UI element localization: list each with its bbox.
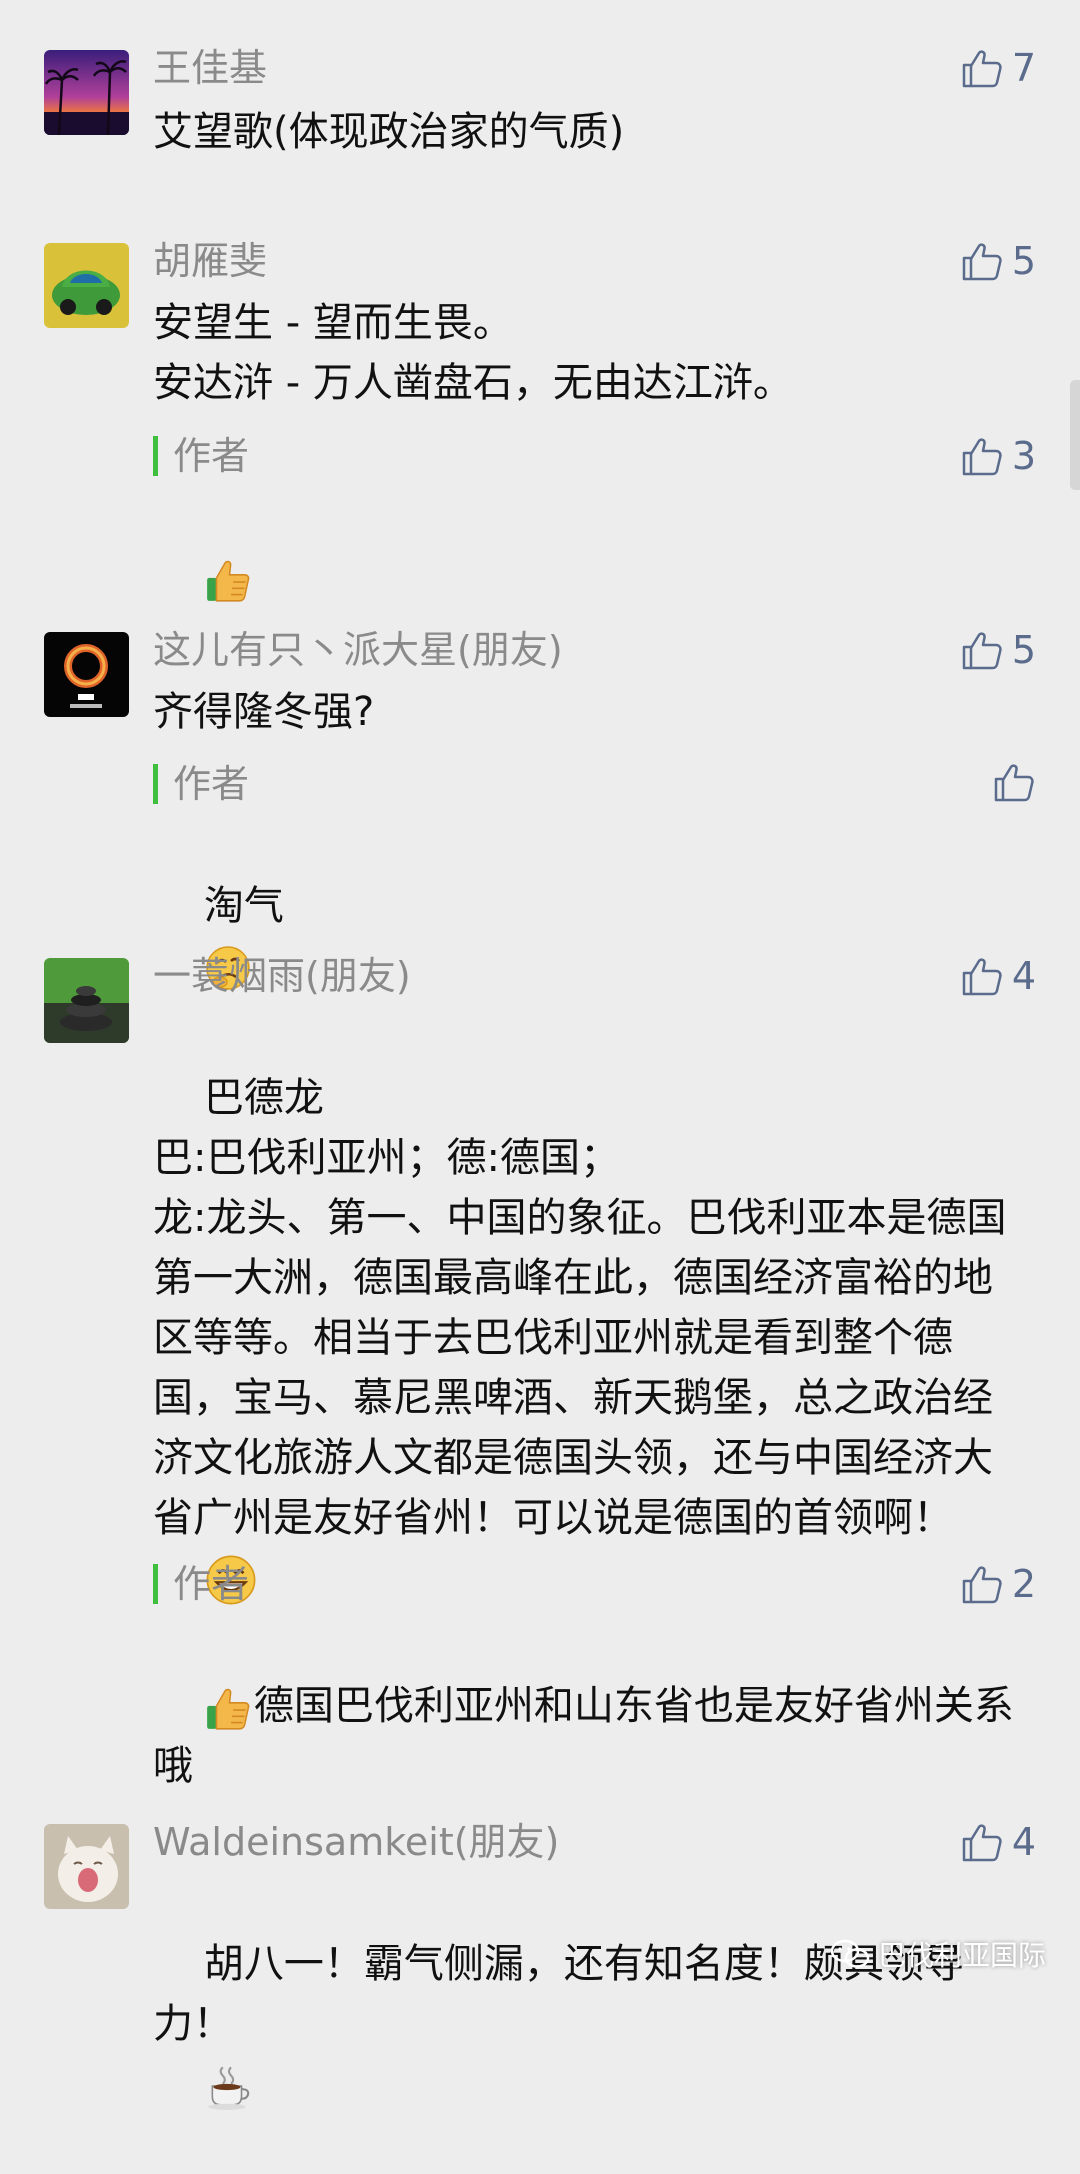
scrollbar[interactable] xyxy=(1070,380,1080,490)
commenter-name[interactable]: 王佳基 xyxy=(153,44,267,92)
reply-indicator-bar xyxy=(153,1564,158,1604)
reply-like-button[interactable] xyxy=(992,760,1036,804)
thumbs-up-icon xyxy=(960,239,1004,283)
comment-text: 安望生 - 望而生畏。 安达浒 - 万人凿盘石，无由达江浒。 xyxy=(153,300,793,406)
avatar[interactable] xyxy=(44,632,129,717)
like-count: 7 xyxy=(1011,46,1036,90)
reply-like-button[interactable]: 2 xyxy=(960,1560,1036,1608)
watermark: 巴伐利亚国际 xyxy=(830,1934,1046,1974)
wechat-icon xyxy=(830,1939,870,1968)
toy-car-avatar-icon xyxy=(44,243,129,328)
thumbs-up-icon xyxy=(992,760,1036,804)
commenter-name[interactable]: 这儿有只丶派大星(朋友) xyxy=(153,626,563,674)
avatar[interactable] xyxy=(44,958,129,1043)
author-reply-label: 作者 xyxy=(153,1560,249,1608)
thumbs-up-icon xyxy=(960,954,1004,998)
sunset-palm-avatar-icon xyxy=(44,50,129,135)
thumbs-up-emoji-icon xyxy=(204,1683,254,1733)
like-button[interactable]: 5 xyxy=(960,626,1036,674)
like-count: 4 xyxy=(1011,954,1036,998)
like-count: 2 xyxy=(1011,1562,1036,1606)
author-reply-label: 作者 xyxy=(153,432,249,480)
like-count: 4 xyxy=(1011,1820,1036,1864)
author-label: 作者 xyxy=(173,1562,250,1606)
thumbs-up-icon xyxy=(960,1820,1004,1864)
reply-like-button[interactable]: 3 xyxy=(960,432,1036,480)
author-label: 作者 xyxy=(173,434,250,478)
comment-text-content: 巴德龙 巴:巴伐利亚州；德:德国； 龙:龙头、第一、中国的象征。巴伐利亚本是德国… xyxy=(153,1075,1007,1541)
author-reply-label: 作者 xyxy=(153,760,249,808)
thumbs-up-icon xyxy=(960,46,1004,90)
like-button[interactable]: 7 xyxy=(960,44,1036,92)
like-count: 3 xyxy=(1011,434,1036,478)
yawning-cat-avatar-icon xyxy=(44,1824,129,1909)
like-count: 5 xyxy=(1011,628,1036,672)
hot-beverage-emoji-icon xyxy=(208,2066,250,2110)
comment-text: 齐得隆冬强? xyxy=(153,689,375,735)
like-count: 5 xyxy=(1011,239,1036,283)
reply-indicator-bar xyxy=(153,436,158,476)
commenter-name[interactable]: Waldeinsamkeit(朋友) xyxy=(153,1818,559,1866)
thumbs-up-emoji-icon xyxy=(204,555,254,605)
thumbs-up-icon xyxy=(960,1562,1004,1606)
black-hole-avatar-icon xyxy=(44,632,129,717)
comment-text: 艾望歌(体现政治家的气质) xyxy=(153,109,625,155)
like-button[interactable]: 4 xyxy=(960,1818,1036,1866)
author-label: 作者 xyxy=(173,762,250,806)
like-button[interactable]: 4 xyxy=(960,952,1036,1000)
zen-stones-avatar-icon xyxy=(44,958,129,1043)
like-button[interactable]: 5 xyxy=(960,237,1036,285)
avatar[interactable] xyxy=(44,50,129,135)
avatar[interactable] xyxy=(44,243,129,328)
reply-text-content: 德国巴伐利亚州和山东省也是友好省州关系哦 xyxy=(153,1683,1014,1789)
watermark-text: 巴伐利亚国际 xyxy=(877,1939,1046,1972)
comment-text: 胡八一！霸气侧漏，还有知名度！颇具领导力！ xyxy=(153,1874,1020,2174)
avatar[interactable] xyxy=(44,1824,129,1909)
reply-indicator-bar xyxy=(153,764,158,804)
thumbs-up-icon xyxy=(960,628,1004,672)
commenter-name[interactable]: 胡雁斐 xyxy=(153,237,267,285)
commenter-name[interactable]: 一蓑烟雨(朋友) xyxy=(153,952,411,1000)
reply-text-content: 淘气 xyxy=(203,883,284,929)
thumbs-up-icon xyxy=(960,434,1004,478)
comment-text: 巴德龙 巴:巴伐利亚州；德:德国； 龙:龙头、第一、中国的象征。巴伐利亚本是德国… xyxy=(153,1008,1020,1668)
